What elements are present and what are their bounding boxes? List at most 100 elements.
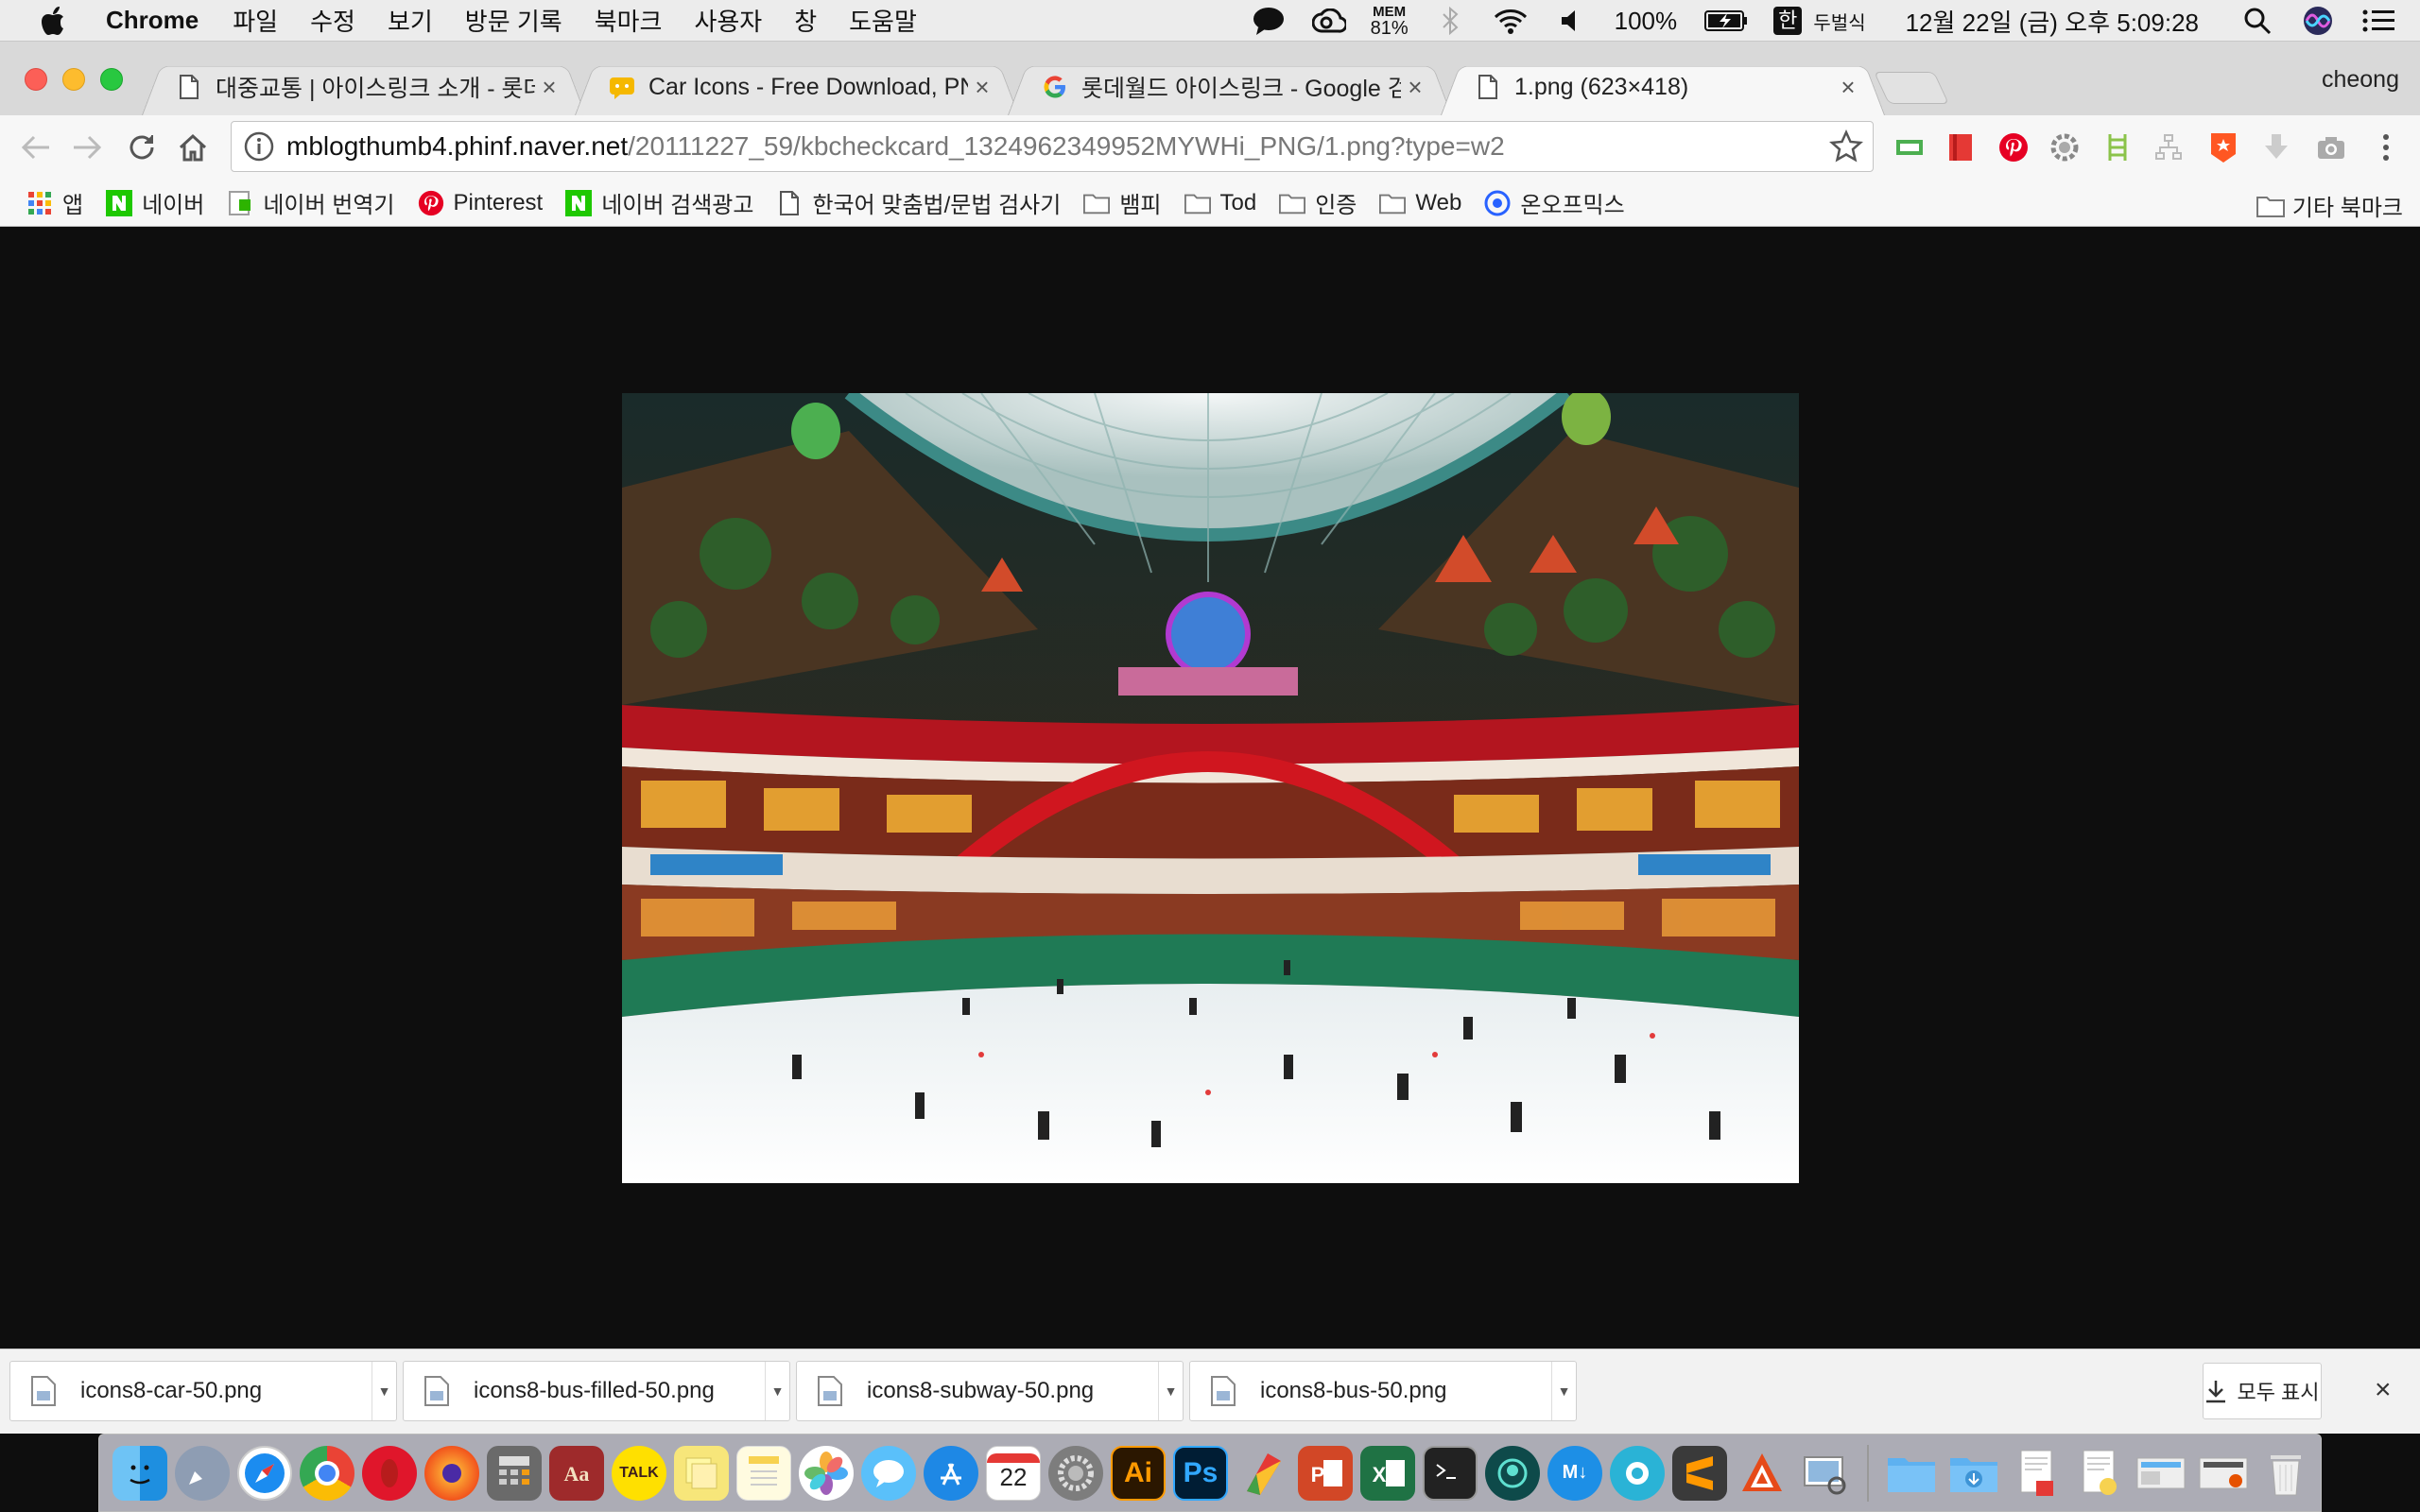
app-store-icon[interactable] xyxy=(924,1445,978,1501)
chevron-down-icon[interactable]: ▼ xyxy=(765,1362,789,1420)
close-shelf-icon[interactable]: × xyxy=(2375,1374,2392,1406)
document-stack-icon[interactable] xyxy=(2071,1446,2126,1501)
chevron-down-icon[interactable]: ▼ xyxy=(372,1362,396,1420)
notes-icon[interactable] xyxy=(736,1445,791,1501)
show-all-downloads-button[interactable]: 모두 표시 xyxy=(2203,1363,2322,1419)
bookmark-folder-tod[interactable]: Tod xyxy=(1184,190,1256,216)
tab-close-icon[interactable]: × xyxy=(968,73,996,102)
minimize-window-button[interactable] xyxy=(62,68,85,91)
zoom-window-button[interactable] xyxy=(100,68,123,91)
profile-name[interactable]: cheong xyxy=(2322,66,2399,94)
bookmark-star-icon[interactable] xyxy=(1829,129,1863,163)
extension-screen-icon[interactable] xyxy=(1893,130,1927,164)
address-bar[interactable]: mblogthumb4.phinf.naver.net/20111227_59/… xyxy=(231,121,1874,172)
menu-help[interactable]: 도움말 xyxy=(849,3,917,38)
downloads-folder-icon[interactable] xyxy=(1946,1446,2001,1501)
bookmark-pinterest[interactable]: Pinterest xyxy=(418,190,543,216)
ice-rink-photo[interactable] xyxy=(622,393,1799,1183)
input-source[interactable]: 두벌식 xyxy=(1813,8,1865,35)
screenshot-stack-icon[interactable] xyxy=(2196,1446,2251,1501)
bookmark-folder-web[interactable]: Web xyxy=(1379,190,1461,216)
tab-image-1png[interactable]: 1.png (623×418) × xyxy=(1441,59,1885,115)
menu-file[interactable]: 파일 xyxy=(233,3,278,38)
tab-close-icon[interactable]: × xyxy=(535,73,563,102)
download-item[interactable]: icons8-bus-filled-50.png ▼ xyxy=(403,1361,790,1421)
tab-close-icon[interactable]: × xyxy=(1401,73,1429,102)
notification-center-icon[interactable] xyxy=(2361,4,2395,38)
chevron-down-icon[interactable]: ▼ xyxy=(1551,1362,1576,1420)
volume-icon[interactable] xyxy=(1554,4,1588,38)
extension-gear-icon[interactable] xyxy=(2048,130,2082,164)
preview-icon[interactable] xyxy=(1797,1446,1852,1501)
safari-icon[interactable] xyxy=(237,1445,292,1501)
wifi-icon[interactable] xyxy=(1494,4,1528,38)
clock[interactable]: 12월 22일 (금) 오후 5:09:28 xyxy=(1906,4,2199,39)
menu-view[interactable]: 보기 xyxy=(388,3,433,38)
system-preferences-icon[interactable] xyxy=(1048,1445,1103,1501)
other-bookmarks[interactable]: 기타 북마크 xyxy=(2256,189,2403,222)
close-window-button[interactable] xyxy=(25,68,47,91)
dictionary-icon[interactable]: Aa xyxy=(549,1445,604,1501)
document-stack-icon[interactable] xyxy=(2009,1446,2064,1501)
tab-close-icon[interactable]: × xyxy=(1834,73,1862,102)
bookmark-folder-snake[interactable]: 뱀피 xyxy=(1083,186,1162,219)
bookmark-apps[interactable]: 앱 xyxy=(26,186,83,219)
apple-icon[interactable] xyxy=(36,2,74,40)
bookmark-naver-translate[interactable]: 네이버 번역기 xyxy=(227,186,395,219)
menu-edit[interactable]: 수정 xyxy=(310,3,355,38)
extension-book-icon[interactable] xyxy=(1944,130,1978,164)
finder-icon[interactable] xyxy=(112,1445,167,1501)
bluetooth-icon[interactable] xyxy=(1433,4,1467,38)
menu-window[interactable]: 창 xyxy=(794,3,817,38)
bookmark-spellcheck[interactable]: 한국어 맞춤법/문법 검사기 xyxy=(776,186,1061,219)
download-item[interactable]: icons8-subway-50.png ▼ xyxy=(796,1361,1184,1421)
chat-bubble-icon[interactable] xyxy=(1252,4,1286,38)
tab-google-search[interactable]: 롯데월드 아이스링크 - Google 검색 × xyxy=(1008,59,1452,115)
opera-icon[interactable] xyxy=(362,1445,417,1501)
back-arrow-icon[interactable] xyxy=(17,129,55,166)
excel-icon[interactable]: X xyxy=(1360,1445,1415,1501)
reload-icon[interactable] xyxy=(123,129,161,166)
gitkraken-icon[interactable] xyxy=(1485,1445,1540,1501)
bookmark-folder-auth[interactable]: 인증 xyxy=(1279,186,1357,219)
chrome-menu-icon[interactable] xyxy=(2369,130,2403,164)
folder-icon[interactable] xyxy=(1884,1446,1939,1501)
tab-car-icons[interactable]: Car Icons - Free Download, PN × xyxy=(575,59,1019,115)
new-tab-button[interactable] xyxy=(1874,72,1949,104)
extension-camera-icon[interactable] xyxy=(2314,130,2348,164)
messages-icon[interactable] xyxy=(861,1445,916,1501)
firefox-icon[interactable] xyxy=(424,1445,479,1501)
stickies-icon[interactable] xyxy=(674,1445,729,1501)
bookmark-naver[interactable]: 네이버 xyxy=(106,186,204,219)
screenshot-stack-icon[interactable] xyxy=(2134,1446,2188,1501)
calendar-icon[interactable]: 22 xyxy=(986,1445,1041,1501)
battery-icon[interactable] xyxy=(1703,4,1749,38)
helper-app-icon[interactable] xyxy=(1610,1445,1665,1501)
download-item[interactable]: icons8-car-50.png ▼ xyxy=(9,1361,397,1421)
extension-tree-icon[interactable] xyxy=(2152,130,2186,164)
photoshop-icon[interactable]: Ps xyxy=(1173,1445,1228,1501)
menu-app-name[interactable]: Chrome xyxy=(106,6,199,35)
siri-icon[interactable] xyxy=(2301,4,2335,38)
download-item[interactable]: icons8-bus-50.png ▼ xyxy=(1189,1361,1577,1421)
extension-badge-icon[interactable] xyxy=(2206,130,2240,164)
menu-bookmarks[interactable]: 북마크 xyxy=(595,3,663,38)
forward-arrow-icon[interactable] xyxy=(68,129,106,166)
chrome-icon[interactable] xyxy=(300,1445,354,1501)
home-icon[interactable] xyxy=(174,129,212,166)
sublime-text-icon[interactable] xyxy=(1672,1445,1727,1501)
extension-download-icon[interactable] xyxy=(2259,130,2293,164)
calculator-icon[interactable] xyxy=(487,1445,542,1501)
battery-percent[interactable]: 100% xyxy=(1615,7,1678,36)
markdown-editor-icon[interactable]: M↓ xyxy=(1547,1445,1602,1501)
info-icon[interactable] xyxy=(243,130,275,163)
sketchbook-icon[interactable] xyxy=(1236,1446,1290,1501)
menu-people[interactable]: 사용자 xyxy=(694,3,762,38)
powerpoint-icon[interactable]: P xyxy=(1298,1445,1353,1501)
kakaotalk-icon[interactable]: TALK xyxy=(612,1445,666,1501)
extension-ladder-icon[interactable] xyxy=(2100,130,2135,164)
photos-icon[interactable] xyxy=(799,1445,854,1501)
spotlight-search-icon[interactable] xyxy=(2240,4,2274,38)
memory-monitor[interactable]: MEM 81% xyxy=(1371,5,1409,38)
creative-cloud-icon[interactable] xyxy=(1311,4,1346,38)
